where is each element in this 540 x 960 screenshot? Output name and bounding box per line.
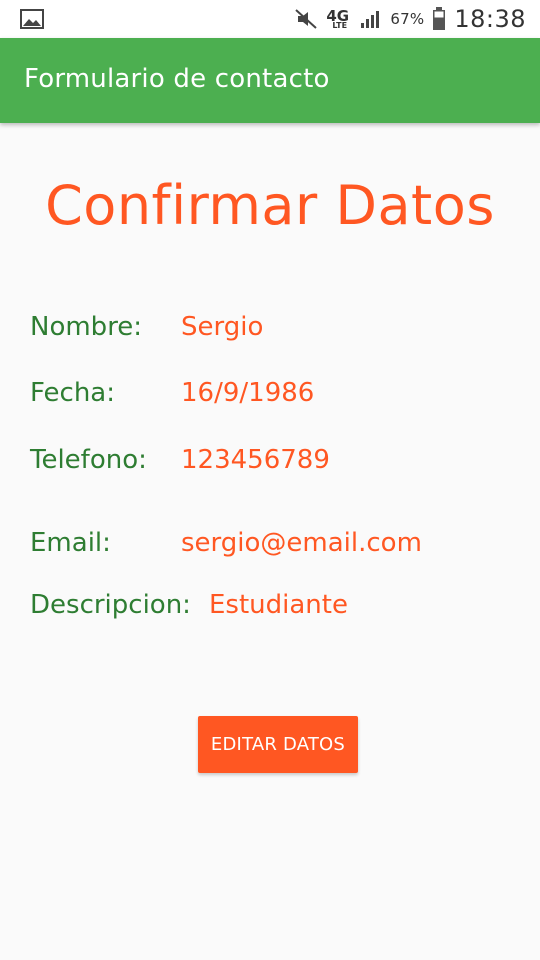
edit-data-button[interactable]: EDITAR DATOS xyxy=(198,716,358,773)
field-label-nombre: Nombre: xyxy=(30,312,143,342)
field-value-telefono: 123456789 xyxy=(181,445,330,475)
app-bar-title: Formulario de contacto xyxy=(24,64,330,94)
mute-icon xyxy=(295,9,318,29)
field-value-email: sergio@email.com xyxy=(181,528,422,558)
field-label-email: Email: xyxy=(30,528,111,558)
battery-icon xyxy=(433,7,446,30)
lte-icon: 4G LTE xyxy=(326,5,352,33)
gallery-icon xyxy=(20,9,44,29)
app-bar: Formulario de contacto xyxy=(0,38,540,123)
field-label-fecha: Fecha: xyxy=(30,378,115,408)
status-icons: 4G LTE 67% 18:38 xyxy=(294,0,526,38)
field-value-descripcion: Estudiante xyxy=(209,590,348,620)
status-bar: 4G LTE 67% 18:38 xyxy=(0,0,540,38)
signal-icon xyxy=(361,11,380,28)
field-label-telefono: Telefono: xyxy=(30,445,147,475)
field-value-nombre: Sergio xyxy=(181,312,264,342)
status-time: 18:38 xyxy=(454,5,526,33)
network-sub-label: LTE xyxy=(332,21,348,30)
page-title: Confirmar Datos xyxy=(45,174,495,237)
field-label-descripcion: Descripcion: xyxy=(30,590,191,620)
field-value-fecha: 16/9/1986 xyxy=(181,378,315,408)
battery-percent: 67% xyxy=(390,10,425,28)
